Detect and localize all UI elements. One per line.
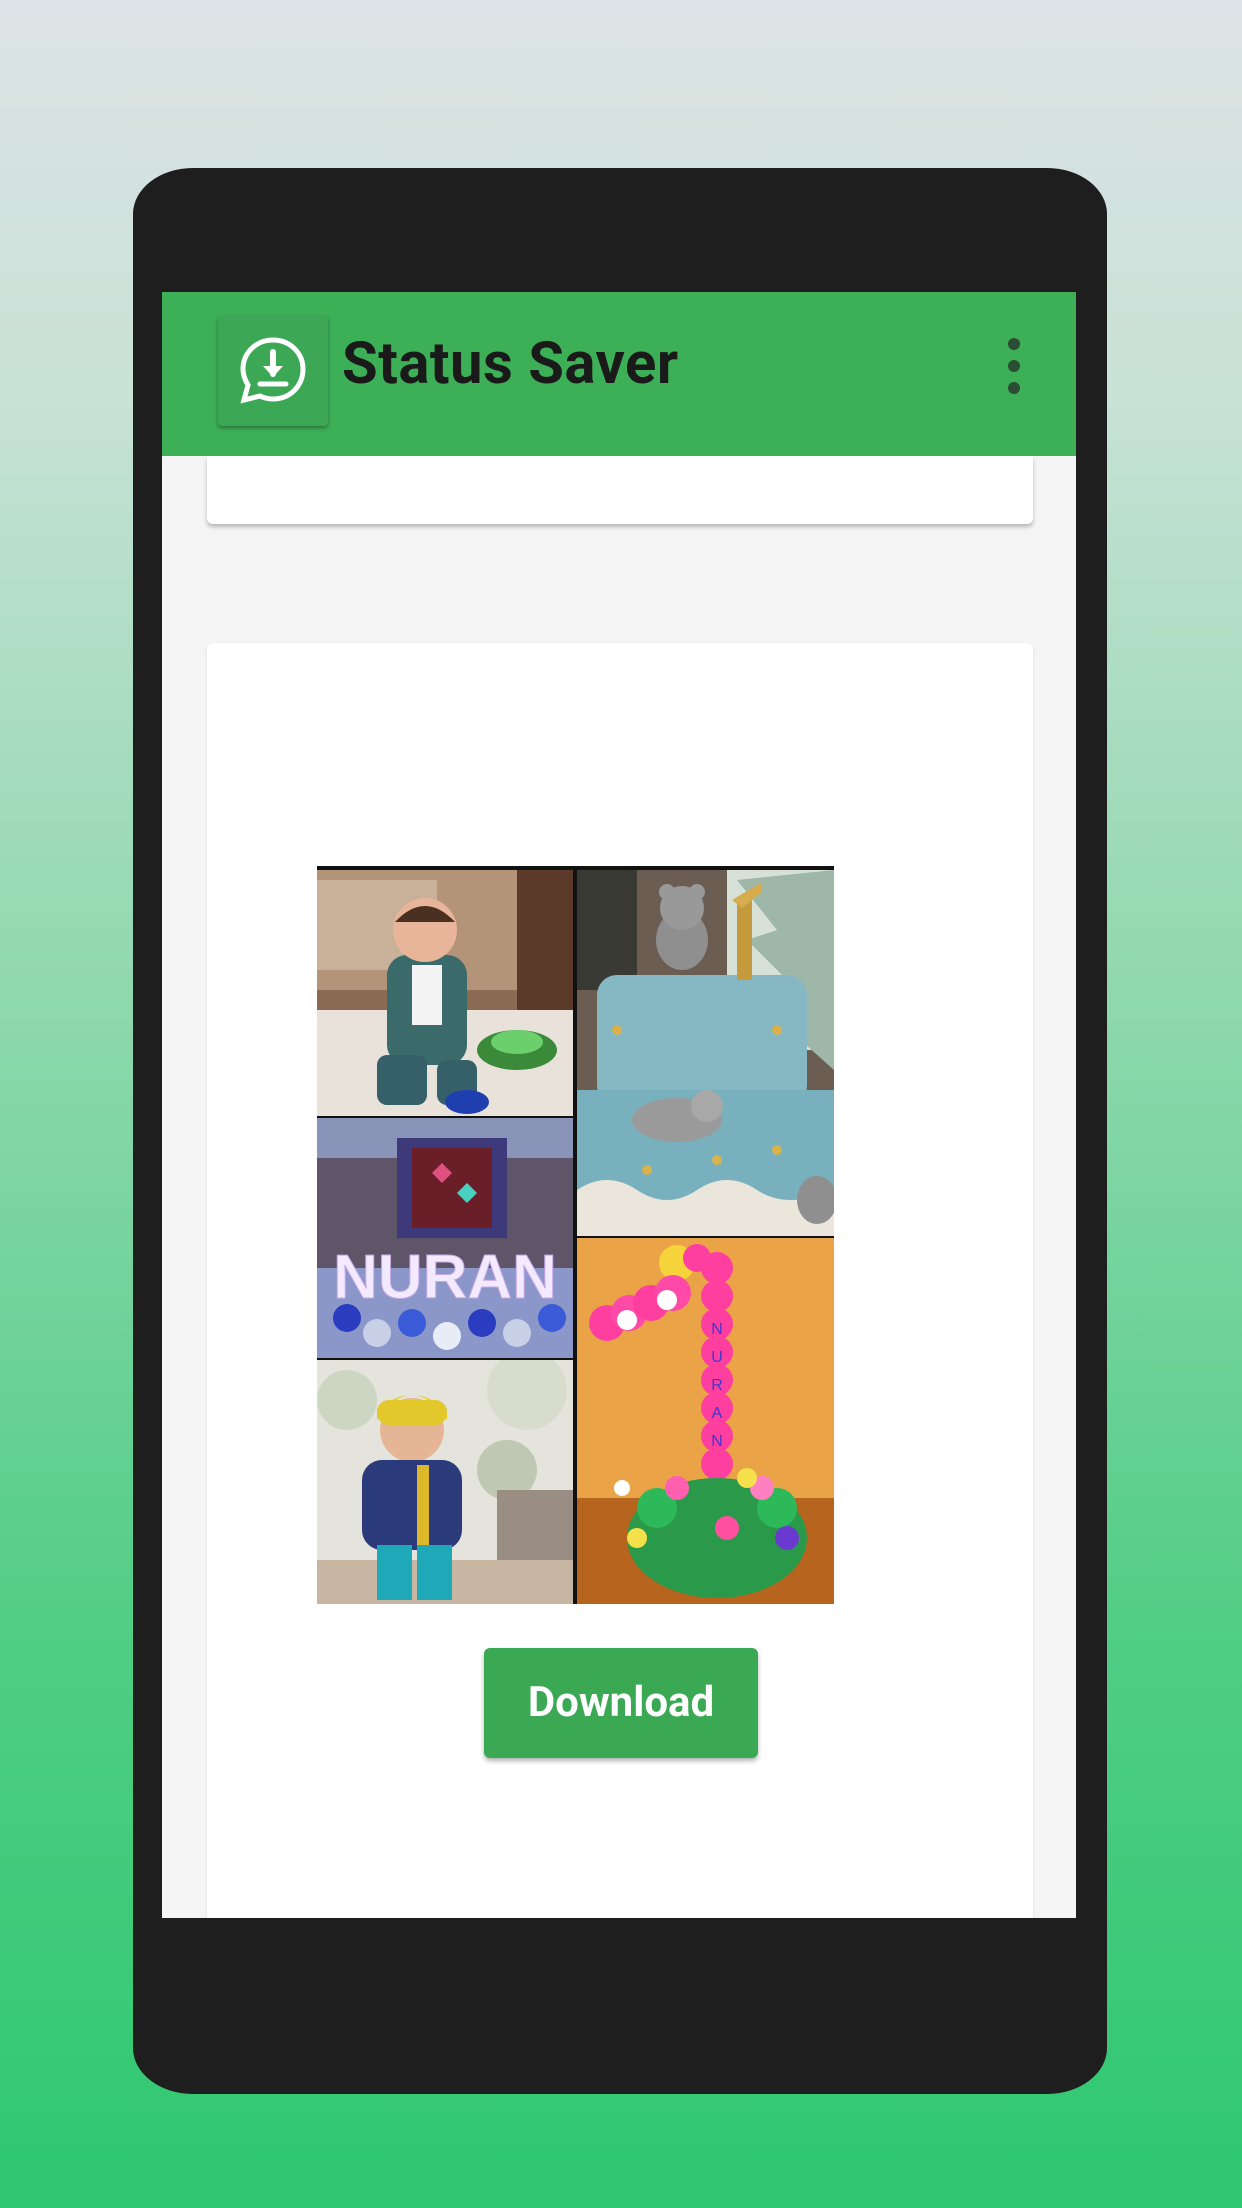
collage-photo-bear-cake <box>577 870 834 1236</box>
download-button[interactable]: Download <box>484 1648 758 1758</box>
collage-name-text: NURAN <box>333 1243 557 1312</box>
svg-text:N: N <box>711 1433 723 1450</box>
collage-photo-child-sitting <box>317 870 573 1116</box>
whatsapp-download-icon <box>240 337 306 404</box>
collage-photo-name-display: NURAN <box>317 1118 573 1358</box>
app-logo[interactable] <box>218 316 328 426</box>
collage-photo-toddler-outdoor <box>317 1360 573 1604</box>
svg-text:A: A <box>712 1405 723 1422</box>
app-screen: Status Saver NURAN N U R A N Download <box>162 292 1076 1918</box>
svg-text:N: N <box>711 1321 723 1338</box>
phone-bottom-bezel <box>133 1990 1107 2094</box>
app-bar: Status Saver <box>162 292 1076 456</box>
collage-photo-balloon-number: N U R A N <box>577 1238 834 1604</box>
svg-text:R: R <box>711 1377 723 1394</box>
app-title: Status Saver <box>342 330 679 398</box>
status-card-previous <box>207 456 1033 524</box>
svg-text:U: U <box>711 1349 723 1366</box>
phone-top-bezel <box>133 168 1107 278</box>
more-vert-icon[interactable] <box>1002 338 1026 398</box>
status-image[interactable]: NURAN N U R A N <box>317 866 834 1604</box>
